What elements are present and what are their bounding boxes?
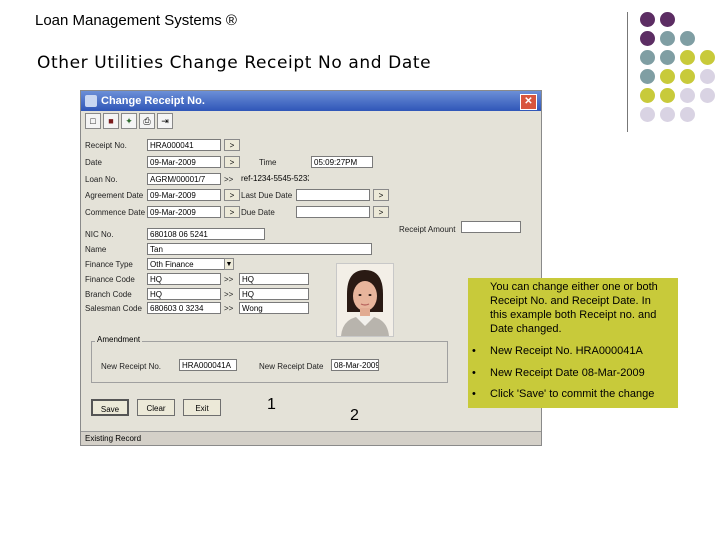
exit-button[interactable]: Exit: [183, 399, 221, 416]
slide-title: Loan Management Systems ®: [35, 12, 237, 29]
receipt-amount-field[interactable]: [461, 221, 521, 233]
close-icon[interactable]: ✕: [520, 94, 537, 110]
branch-code-label: Branch Code: [85, 290, 132, 299]
finance-code-arrow: >>: [224, 275, 234, 284]
receipt-no-field[interactable]: HRA000041: [147, 139, 221, 151]
dot: [680, 69, 695, 84]
salesman-code-label: Salesman Code: [85, 304, 142, 313]
exit-icon[interactable]: ⇥: [157, 113, 173, 129]
branch-code-field[interactable]: HQ: [147, 288, 221, 300]
amendment-title: Amendment: [95, 335, 143, 344]
name-field[interactable]: Tan: [147, 243, 372, 255]
customer-photo: [336, 263, 394, 337]
save-icon[interactable]: ■: [103, 113, 119, 129]
dot: [660, 31, 675, 46]
last-due-date-button[interactable]: >: [373, 189, 389, 201]
dot: [640, 12, 655, 27]
receipt-no-lookup-button[interactable]: >: [224, 139, 240, 151]
dot: [680, 88, 695, 103]
dot: [660, 88, 675, 103]
name-label: Name: [85, 245, 107, 254]
date-field[interactable]: 09-Mar-2009: [147, 156, 221, 168]
date-picker-button[interactable]: >: [224, 156, 240, 168]
new-receipt-date-label: New Receipt Date: [259, 362, 324, 371]
branch-code-arrow: >>: [224, 290, 234, 299]
dot: [660, 12, 675, 27]
last-due-date-label: Last Due Date: [241, 191, 293, 200]
salesman-code-desc: Wong: [239, 302, 309, 314]
due-date-button[interactable]: >: [373, 206, 389, 218]
loan-no-field[interactable]: AGRM/00001/7: [147, 173, 221, 185]
finance-code-desc: HQ: [239, 273, 309, 285]
dot: [660, 107, 675, 122]
dot: [640, 88, 655, 103]
dot: [640, 69, 655, 84]
commence-date-button[interactable]: >: [224, 206, 240, 218]
last-due-date-field[interactable]: [296, 189, 370, 201]
window-title: Change Receipt No.: [101, 95, 205, 107]
finance-code-label: Finance Code: [85, 275, 135, 284]
dot: [640, 107, 655, 122]
agreement-date-button[interactable]: >: [224, 189, 240, 201]
toolbar: □ ■ ✦ ⎙ ⇥: [83, 113, 539, 129]
slide-subtitle: Other Utilities Change Receipt No and Da…: [37, 53, 432, 73]
receipt-no-label: Receipt No.: [85, 141, 127, 150]
finance-type-label: Finance Type: [85, 260, 133, 269]
new-icon[interactable]: □: [85, 113, 101, 129]
dot: [700, 88, 715, 103]
finance-code-field[interactable]: HQ: [147, 273, 221, 285]
loan-no-arrow: >>: [224, 175, 234, 184]
loan-no-label: Loan No.: [85, 175, 118, 184]
app-icon: [85, 95, 97, 107]
dot: [700, 69, 715, 84]
decorative-divider: [627, 12, 628, 132]
time-label: Time: [259, 158, 277, 167]
callout-text: You can change either one or both Receip…: [490, 281, 658, 335]
window-titlebar: Change Receipt No. ✕: [81, 91, 541, 111]
receipt-amount-label: Receipt Amount: [399, 225, 456, 234]
status-bar: Existing Record: [81, 431, 541, 445]
commence-date-label: Commence Date: [85, 208, 146, 217]
dot: [660, 69, 675, 84]
loan-no-extra: ref-1234-5545-52335: [239, 173, 309, 185]
commence-date-field[interactable]: 09-Mar-2009: [147, 206, 221, 218]
step-marker-1: 1: [267, 396, 276, 413]
nic-no-label: NIC No.: [85, 230, 114, 239]
salesman-code-field[interactable]: 680603 0 3234: [147, 302, 221, 314]
customer-photo-image: [337, 264, 393, 336]
tool-icon[interactable]: ✦: [121, 113, 137, 129]
chevron-down-icon[interactable]: ▼: [224, 258, 234, 270]
print-icon[interactable]: ⎙: [139, 113, 155, 129]
dot: [680, 107, 695, 122]
agreement-date-label: Agreement Date: [85, 191, 144, 200]
due-date-field[interactable]: [296, 206, 370, 218]
new-receipt-date-input[interactable]: 08-Mar-2009: [331, 359, 379, 371]
new-receipt-no-input[interactable]: HRA000041A: [179, 359, 237, 371]
save-button[interactable]: Save: [91, 399, 129, 416]
dot: [640, 31, 655, 46]
branch-code-desc: HQ: [239, 288, 309, 300]
date-label: Date: [85, 158, 102, 167]
nic-no-field[interactable]: 680108 06 5241: [147, 228, 265, 240]
finance-type-select[interactable]: Oth Finance: [147, 258, 233, 270]
new-receipt-no-label: New Receipt No.: [101, 362, 162, 371]
step-marker-2: 2: [350, 407, 359, 424]
dot: [700, 50, 715, 65]
dot: [680, 31, 695, 46]
time-field[interactable]: 05:09:27PM: [311, 156, 373, 168]
dot: [680, 50, 695, 65]
agreement-date-field[interactable]: 09-Mar-2009: [147, 189, 221, 201]
dot: [640, 50, 655, 65]
clear-button[interactable]: Clear: [137, 399, 175, 416]
salesman-code-arrow: >>: [224, 304, 234, 313]
due-date-label: Due Date: [241, 208, 275, 217]
dot: [660, 50, 675, 65]
